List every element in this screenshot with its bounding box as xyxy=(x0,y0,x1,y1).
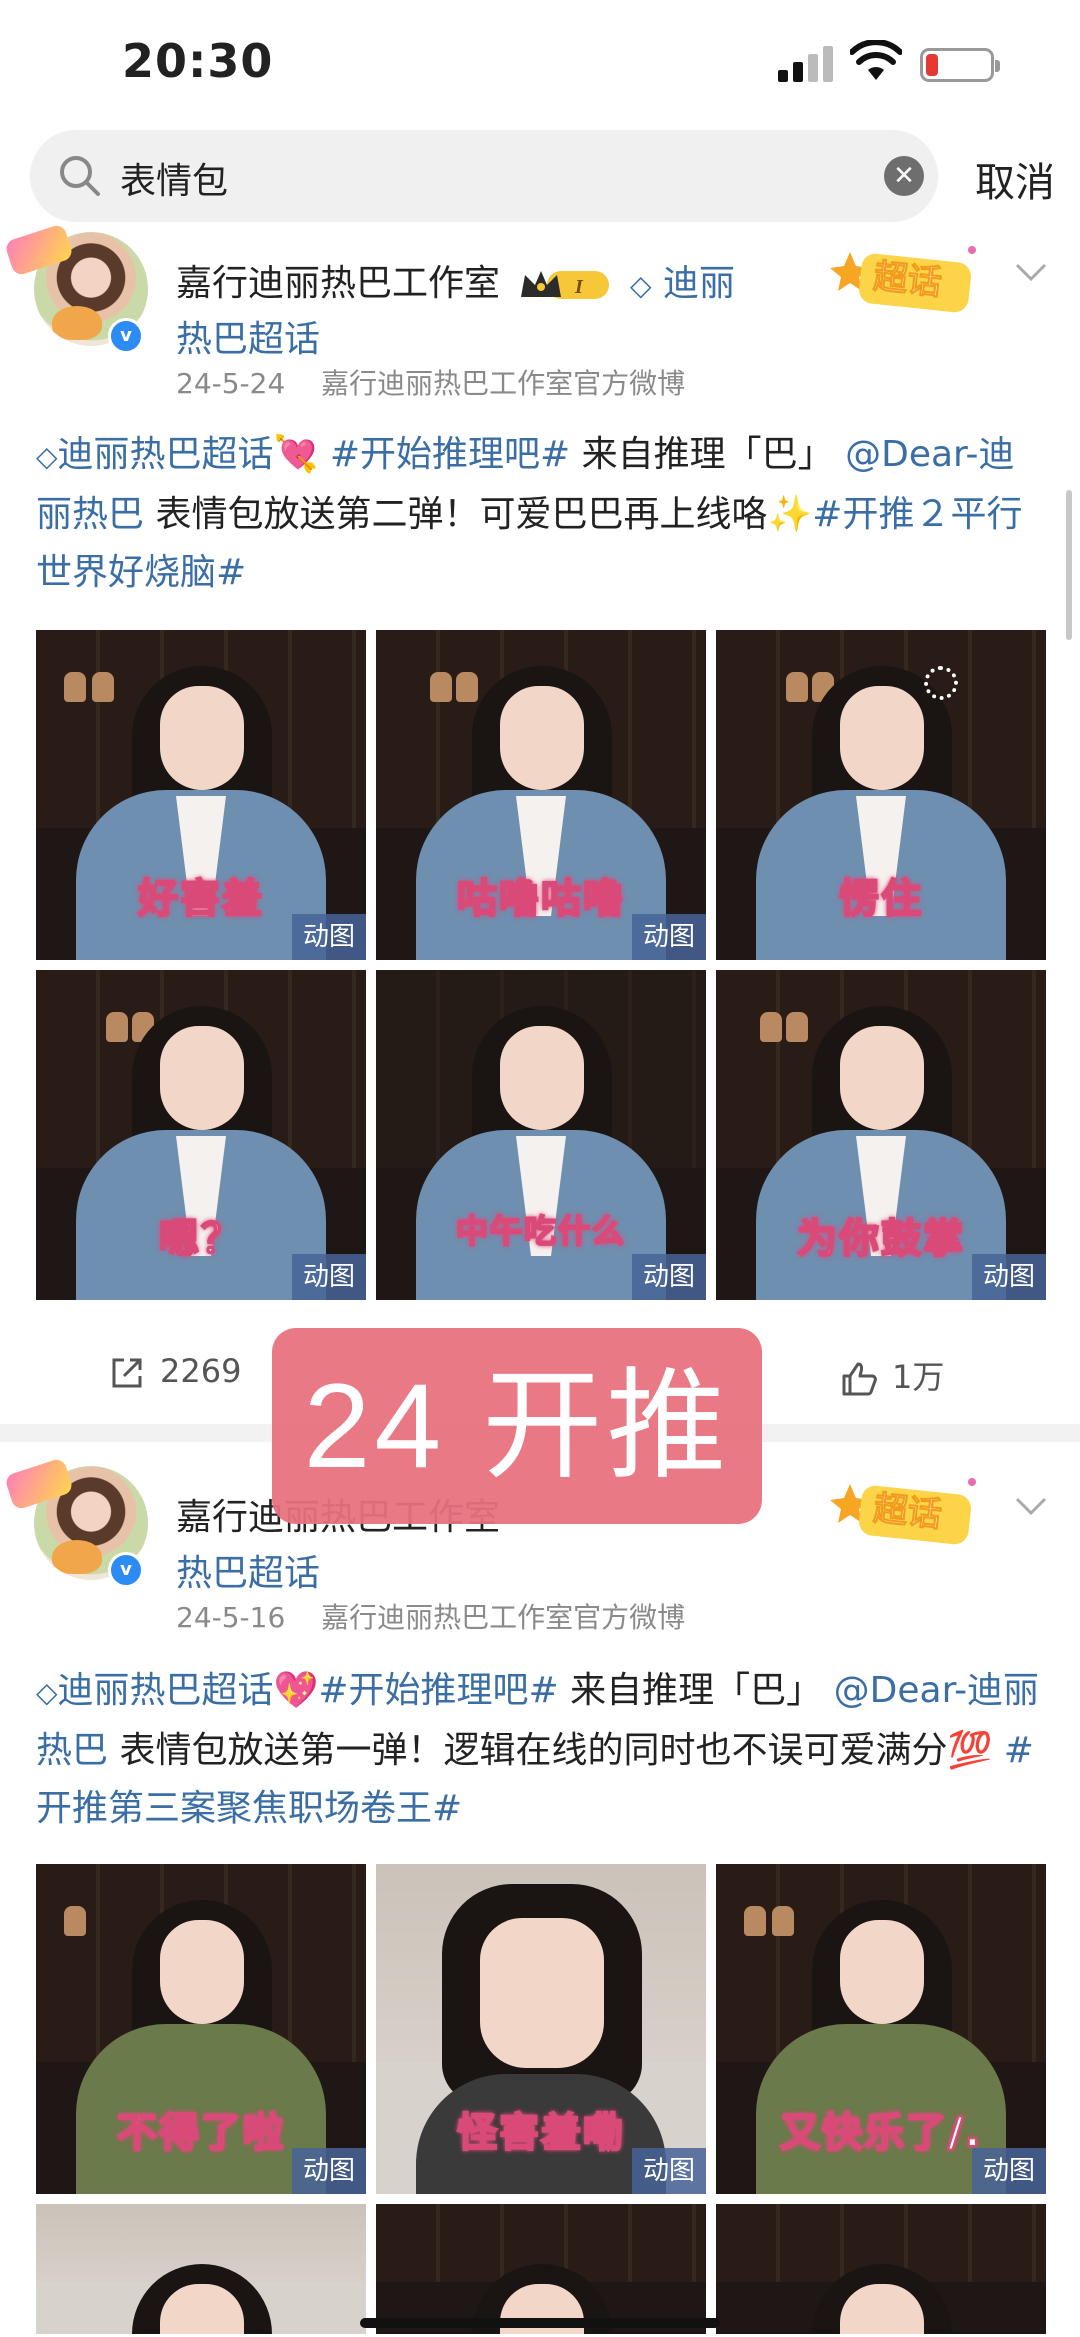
super-topic-tag[interactable]: ◇迪丽热巴超话 xyxy=(36,434,274,475)
verified-badge-icon: v xyxy=(108,318,144,354)
battery-icon xyxy=(920,48,1000,82)
emoji-icon: 💘 xyxy=(273,434,319,475)
super-topic-tag-text[interactable]: 迪丽热巴超话 xyxy=(58,434,274,475)
diamond-icon: ◇ xyxy=(36,1676,58,1709)
super-topic-link[interactable]: ◇ 迪丽 xyxy=(630,254,735,306)
gif-thumbnail[interactable] xyxy=(716,2204,1046,2334)
chevron-down-icon[interactable] xyxy=(1014,1496,1048,1516)
cellular-signal-icon xyxy=(778,46,834,82)
share-count: 2269 xyxy=(160,1352,242,1390)
post-date: 24-5-16 xyxy=(176,1601,286,1634)
share-button[interactable]: 2269 xyxy=(108,1352,241,1392)
like-button[interactable]: 1万 xyxy=(840,1352,944,1398)
gif-tag: 动图 xyxy=(632,914,706,960)
clear-search-icon[interactable]: ✕ xyxy=(884,156,924,196)
gif-tag: 动图 xyxy=(292,914,366,960)
gif-thumbnail[interactable]: 为你鼓掌 动图 xyxy=(716,970,1046,1300)
gif-tag: 动图 xyxy=(632,1254,706,1300)
post-text-segment: 来自推理「巴」 xyxy=(570,434,834,475)
gif-thumbnail[interactable]: 愣住 xyxy=(716,630,1046,960)
search-input[interactable]: 表情包 xyxy=(120,152,228,204)
image-caption: 愣住 xyxy=(838,875,923,923)
thumbs-up-icon xyxy=(842,1362,877,1396)
gif-thumbnail[interactable]: 又快乐了/. 动图 xyxy=(716,1864,1046,2194)
svg-text:I: I xyxy=(574,276,584,298)
gif-tag: 动图 xyxy=(972,2148,1046,2194)
vip-crown-badge-icon: I xyxy=(521,271,610,299)
super-topic-tag-text[interactable]: 迪丽热巴超话 xyxy=(58,1670,274,1711)
post-source: 嘉行迪丽热巴工作室官方微博 xyxy=(321,1601,686,1634)
super-topic-link-cont[interactable]: 热巴超话 xyxy=(176,1544,320,1596)
like-count: 1万 xyxy=(892,1358,945,1396)
diamond-icon: ◇ xyxy=(630,269,652,302)
home-indicator[interactable] xyxy=(360,2318,720,2328)
hashtag-link[interactable]: #开始推理吧# xyxy=(330,434,570,475)
hundred-emoji-icon: 💯 xyxy=(947,1730,993,1771)
super-topic-badge-label: 超话 xyxy=(871,1488,944,1536)
image-caption: 中午吃什么 xyxy=(455,1211,626,1251)
status-bar: 20:30 xyxy=(0,0,1080,120)
hashtag-link[interactable]: #开始推理吧# xyxy=(318,1670,558,1711)
gif-thumbnail[interactable] xyxy=(36,2204,366,2334)
share-icon xyxy=(112,1358,142,1388)
gif-thumbnail[interactable]: 咕噜咕噜 动图 xyxy=(376,630,706,960)
overlay-sticker: 24 开推 xyxy=(272,1328,762,1524)
post-source: 嘉行迪丽热巴工作室官方微博 xyxy=(321,367,686,400)
gif-tag: 动图 xyxy=(972,1254,1046,1300)
gif-tag: 动图 xyxy=(632,2148,706,2194)
wifi-icon xyxy=(850,40,902,80)
super-topic-badge-label: 超话 xyxy=(871,256,944,304)
gif-thumbnail[interactable]: 不得了啦 动图 xyxy=(36,1864,366,2194)
loading-spinner-icon xyxy=(924,666,958,700)
gif-tag: 动图 xyxy=(292,2148,366,2194)
gif-thumbnail[interactable]: 怪害羞嘞 动图 xyxy=(376,1864,706,2194)
diamond-icon: ◇ xyxy=(36,440,58,473)
status-time: 20:30 xyxy=(122,34,274,88)
emoji-icon: 💖 xyxy=(273,1670,319,1711)
author-name-text[interactable]: 嘉行迪丽热巴工作室 xyxy=(176,263,500,304)
post-text-segment: 来自推理「巴」 xyxy=(558,1670,823,1711)
post-date: 24-5-24 xyxy=(176,367,286,400)
search-bar[interactable]: 表情包 ✕ xyxy=(30,130,938,222)
gif-tag: 动图 xyxy=(292,1254,366,1300)
super-topic-link-cont[interactable]: 热巴超话 xyxy=(176,310,320,362)
cancel-button[interactable]: 取消 xyxy=(975,150,1055,208)
gif-thumbnail[interactable]: 嗯？ 动图 xyxy=(36,970,366,1300)
author-name[interactable]: 嘉行迪丽热巴工作室 I xyxy=(176,254,613,306)
scrollbar[interactable] xyxy=(1066,490,1072,640)
gif-thumbnail[interactable] xyxy=(376,2204,706,2334)
post-text: ◇迪丽热巴超话💘 #开始推理吧# 来自推理「巴」 @Dear-迪丽热巴 表情包放… xyxy=(36,426,1046,602)
post-text-segment: 表情包放送第一弹！逻辑在线的同时也不误可爱满分 xyxy=(108,1730,948,1771)
gif-thumbnail[interactable]: 好害羞 动图 xyxy=(36,630,366,960)
verified-badge-icon: v xyxy=(108,1552,144,1588)
super-topic-link-text[interactable]: 迪丽 xyxy=(663,263,735,304)
post-meta: 24-5-24 嘉行迪丽热巴工作室官方微博 xyxy=(176,362,685,402)
search-icon xyxy=(60,156,100,196)
sparkle-emoji-icon: ✨ xyxy=(767,494,813,535)
post-text: ◇迪丽热巴超话💖#开始推理吧# 来自推理「巴」 @Dear-迪丽热巴 表情包放送… xyxy=(36,1662,1046,1838)
gif-thumbnail[interactable]: 中午吃什么 动图 xyxy=(376,970,706,1300)
post-text-segment: 表情包放送第二弹！可爱巴巴再上线咯 xyxy=(144,494,768,535)
chevron-down-icon[interactable] xyxy=(1014,262,1048,282)
post-meta: 24-5-16 嘉行迪丽热巴工作室官方微博 xyxy=(176,1596,685,1636)
super-topic-tag[interactable]: ◇迪丽热巴超话 xyxy=(36,1670,274,1711)
